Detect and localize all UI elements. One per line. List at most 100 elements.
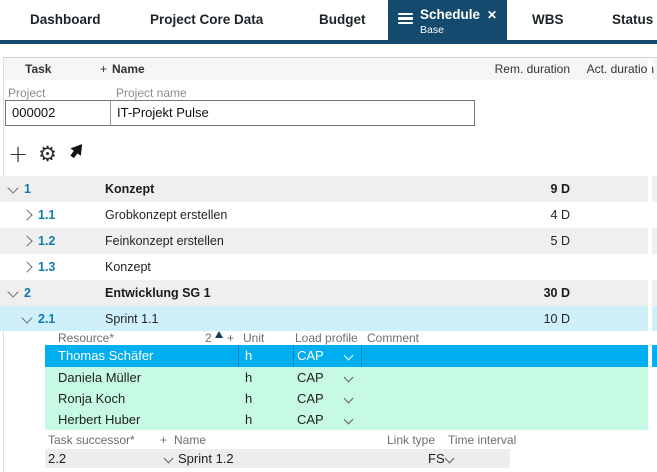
resource-row[interactable]: Daniela Müller h CAP [45,367,648,388]
dropdown-chevron-icon[interactable] [344,394,354,404]
resource-row[interactable]: Herbert Huber h CAP [45,409,648,430]
column-header-task[interactable]: Task [25,62,51,76]
resource-name[interactable]: Thomas Schäfer [58,348,153,363]
task-table-header: Task + Name Rem. duration Act. duration [4,58,657,80]
dropdown-chevron-icon[interactable] [344,373,354,383]
tab-bar-accent-line [0,40,657,44]
project-id-field[interactable]: 000002 [12,105,55,120]
successor-table-header: Task successor* + Name Link type Time in… [0,433,657,447]
chevron-down-icon[interactable] [7,286,18,297]
column-header-link-type[interactable]: Link type [387,433,435,447]
selected-row-overflow [652,345,657,367]
task-id[interactable]: 2.1 [38,312,55,326]
task-row[interactable]: 1.3 Konzept [0,254,657,280]
successor-name[interactable]: Sprint 1.2 [178,451,234,466]
resource-name[interactable]: Ronja Koch [58,391,125,406]
column-header-rem-duration[interactable]: Rem. duration [495,62,570,76]
task-name[interactable]: Feinkonzept erstellen [105,234,224,248]
task-row[interactable]: 1.1 Grobkonzept erstellen 4 D [0,202,657,228]
chevron-down-icon[interactable] [7,182,18,193]
tab-schedule-sublabel: Base [420,24,444,36]
task-row[interactable]: 2 Entwicklung SG 1 30 D [0,280,657,306]
field-divider [110,101,111,125]
task-rem-duration: 4 D [551,208,570,222]
schedule-module-window: Dashboard Project Core Data Budget Sched… [0,0,657,472]
resource-load-profile[interactable]: CAP [297,412,324,427]
column-header-comment[interactable]: Comment [367,331,419,345]
successor-task-id[interactable]: 2.2 [48,451,66,466]
dropdown-chevron-icon[interactable] [445,454,455,464]
column-header-task-successor[interactable]: Task successor* [48,433,135,447]
add-task-button plus-icon[interactable]: + [8,142,28,166]
dropdown-chevron-icon[interactable] [344,415,354,425]
project-name-label: Project name [116,86,187,100]
column-header-load-profile[interactable]: Load profile [295,331,358,345]
resource-row[interactable]: Ronja Koch h CAP [45,388,648,409]
select-mode-button cursor-icon[interactable] [67,143,82,167]
settings-button gear-icon[interactable]: ⚙ [38,142,57,166]
task-name[interactable]: Grobkonzept erstellen [105,208,227,222]
task-rem-duration: 30 D [544,286,570,300]
tab-budget[interactable]: Budget [319,12,366,27]
column-header-name[interactable]: Name [174,433,206,447]
task-name[interactable]: Konzept [105,182,154,196]
task-toolbar: + ⚙ [8,140,82,168]
column-separator [648,58,652,472]
add-successor-icon[interactable]: + [160,433,167,447]
tab-status[interactable]: Status [612,12,653,27]
task-id[interactable]: 1.2 [38,234,55,248]
hamburger-menu-icon[interactable] [398,13,413,24]
tab-schedule-active[interactable]: Schedule ✕ Base [388,0,507,40]
chevron-right-icon[interactable] [21,209,32,220]
resource-table-header: Resource* 2 + Unit Load profile Comment [0,331,657,345]
task-name[interactable]: Sprint 1.1 [105,312,159,326]
task-row[interactable]: 1.2 Feinkonzept erstellen 5 D [0,228,657,254]
dropdown-chevron-icon[interactable] [164,454,174,464]
resource-name[interactable]: Herbert Huber [58,412,140,427]
task-id[interactable]: 1.1 [38,208,55,222]
chevron-right-icon[interactable] [21,235,32,246]
column-header-act-duration[interactable]: Act. duration [587,62,654,76]
resource-name[interactable]: Daniela Müller [58,370,141,385]
module-tab-bar: Dashboard Project Core Data Budget Sched… [0,0,657,40]
column-header-name[interactable]: Name [112,62,145,76]
tab-project-core-data[interactable]: Project Core Data [150,12,263,27]
resource-row-selected[interactable]: Thomas Schäfer h CAP [45,345,657,367]
chevron-down-icon[interactable] [21,312,32,323]
add-resource-icon[interactable]: + [227,331,234,345]
project-id-label: Project [8,86,45,100]
resource-load-profile[interactable]: CAP [297,348,324,363]
task-row-selected[interactable]: 2.1 Sprint 1.1 10 D [0,306,657,331]
task-id[interactable]: 1.3 [38,260,55,274]
add-column-icon[interactable]: + [100,62,107,76]
task-rem-duration: 10 D [544,312,570,326]
task-row[interactable]: 1 Konzept 9 D [0,176,657,202]
task-rem-duration: 9 D [551,182,570,196]
column-header-resource[interactable]: Resource* [58,331,114,345]
sort-ascending-icon[interactable] [215,331,223,338]
project-name-field[interactable]: IT-Projekt Pulse [117,105,209,120]
close-tab-icon[interactable]: ✕ [487,8,497,22]
resource-load-profile[interactable]: CAP [297,370,324,385]
task-id[interactable]: 2 [24,286,31,300]
tab-schedule-label: Schedule [420,7,480,22]
project-field-group: 000002 IT-Projekt Pulse [5,100,475,126]
successor-row[interactable]: 2.2 Sprint 1.2 FS [45,449,510,468]
task-id[interactable]: 1 [24,182,31,196]
tab-wbs[interactable]: WBS [532,12,564,27]
resource-load-profile[interactable]: CAP [297,391,324,406]
resource-unit[interactable]: h [245,348,252,363]
task-name[interactable]: Entwicklung SG 1 [105,286,211,300]
successor-link-type[interactable]: FS [428,451,445,466]
chevron-right-icon[interactable] [21,261,32,272]
resource-unit[interactable]: h [245,412,252,427]
task-name[interactable]: Konzept [105,260,151,274]
dropdown-chevron-icon[interactable] [344,351,354,361]
sort-order-indicator[interactable]: 2 [205,331,212,345]
column-header-time-interval[interactable]: Time interval [448,433,516,447]
resource-unit[interactable]: h [245,391,252,406]
task-rem-duration: 5 D [551,234,570,248]
column-header-unit[interactable]: Unit [243,331,264,345]
tab-dashboard[interactable]: Dashboard [30,12,101,27]
resource-unit[interactable]: h [245,370,252,385]
